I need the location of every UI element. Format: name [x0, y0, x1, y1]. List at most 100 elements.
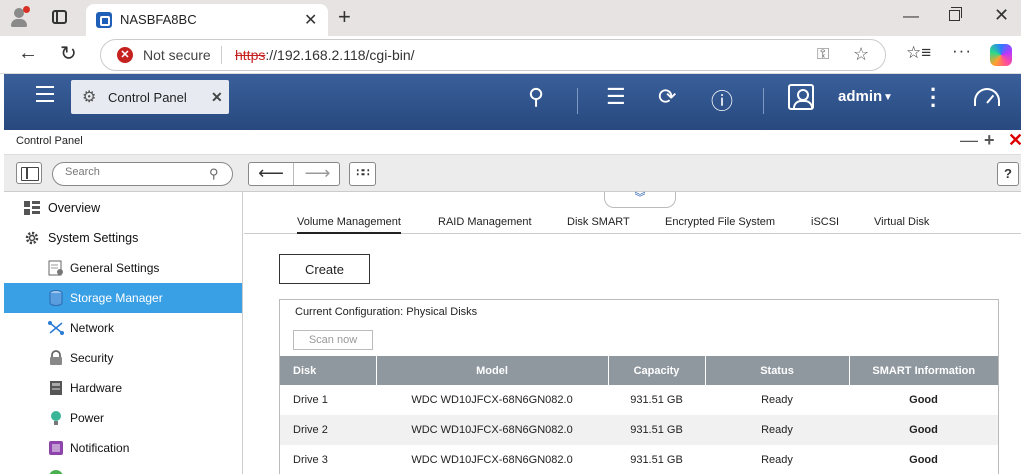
- new-tab-icon[interactable]: +: [338, 4, 351, 30]
- back-arrow-icon[interactable]: ⟵: [249, 163, 294, 185]
- storage-manager-pane: ︾ Volume Management RAID Management Disk…: [244, 192, 1021, 474]
- sidebar-item-label: General Settings: [70, 261, 160, 275]
- url-text[interactable]: https://192.168.2.118/cgi-bin/: [235, 47, 415, 63]
- scan-now-button[interactable]: Scan now: [293, 330, 373, 350]
- favorites-list-icon[interactable]: ☆≡: [906, 43, 931, 63]
- table-row[interactable]: Drive 2 WDC WD10JFCX-68N6GN082.0 931.51 …: [280, 415, 998, 445]
- disk-table: Disk Model Capacity Status SMART Informa…: [280, 356, 998, 474]
- tab-iscsi[interactable]: iSCSI: [811, 216, 839, 228]
- browser-tab-title: NASBFA8BC: [120, 12, 197, 27]
- control-panel-toolbar: ⚲ ⟵ ⟶ ∷∷ ?: [4, 154, 1021, 192]
- maximize-icon[interactable]: +: [984, 130, 995, 151]
- next-item-icon: [49, 470, 63, 474]
- create-button[interactable]: Create: [279, 254, 370, 284]
- user-avatar-icon[interactable]: [788, 84, 814, 110]
- tab-virtual-disk[interactable]: Virtual Disk: [874, 216, 929, 228]
- table-row[interactable]: Drive 1 WDC WD10JFCX-68N6GN082.0 931.51 …: [280, 385, 998, 415]
- sidebar-item-network[interactable]: Network: [4, 313, 242, 343]
- search-icon[interactable]: ⚲: [528, 84, 544, 110]
- external-device-icon[interactable]: ⟳: [658, 84, 676, 110]
- not-secure-label[interactable]: Not secure: [143, 47, 211, 63]
- column-header-model[interactable]: Model: [376, 356, 609, 385]
- close-window-icon[interactable]: ✕: [994, 5, 1009, 26]
- caret-down-icon[interactable]: ▼: [883, 92, 893, 103]
- sidebar-item-storage-manager[interactable]: Storage Manager: [4, 283, 242, 313]
- tab-disk-smart[interactable]: Disk SMART: [567, 216, 630, 228]
- header-divider: [763, 88, 764, 114]
- background-tasks-icon[interactable]: ☰: [606, 84, 626, 110]
- disk-name: Drive 2: [280, 415, 376, 445]
- search-box[interactable]: ⚲: [52, 162, 233, 186]
- sidebar-toggle-icon[interactable]: [16, 162, 42, 184]
- sidebar-item-notification[interactable]: Notification: [4, 433, 242, 463]
- info-icon[interactable]: ⓘ: [711, 84, 733, 116]
- sidebar-item-label: Hardware: [70, 381, 123, 395]
- sidebar-item-hardware[interactable]: Hardware: [4, 373, 242, 403]
- url-scheme: https: [235, 47, 266, 63]
- sidebar-item-label: Power: [70, 411, 105, 425]
- minimize-icon[interactable]: —: [960, 130, 978, 151]
- profile-avatar-icon[interactable]: [8, 6, 34, 30]
- sidebar-item-label: Storage Manager: [70, 291, 163, 305]
- overview-icon: [24, 201, 40, 215]
- close-app-tab-icon[interactable]: ✕: [211, 89, 223, 106]
- more-options-icon[interactable]: ···: [952, 41, 972, 61]
- tab-raid-management[interactable]: RAID Management: [438, 216, 532, 228]
- power-bulb-icon: [51, 411, 61, 425]
- table-row[interactable]: Drive 3 WDC WD10JFCX-68N6GN082.0 931.51 …: [280, 445, 998, 474]
- control-panel-app-tab[interactable]: ⚙ Control Panel ✕: [71, 80, 229, 114]
- user-menu-label[interactable]: admin: [838, 88, 882, 105]
- not-secure-icon[interactable]: ✕: [117, 47, 133, 63]
- main-menu-icon[interactable]: [36, 86, 54, 102]
- column-header-capacity[interactable]: Capacity: [608, 356, 706, 385]
- column-header-smart[interactable]: SMART Information: [849, 356, 998, 385]
- disk-name: Drive 3: [293, 454, 328, 466]
- favorite-star-icon[interactable]: ☆: [853, 44, 869, 65]
- copilot-icon[interactable]: [990, 44, 1012, 66]
- lock-icon: [50, 350, 62, 365]
- tab-actions-icon[interactable]: [52, 10, 67, 24]
- sidebar-item-general-settings[interactable]: General Settings: [4, 253, 242, 283]
- disk-capacity: 931.51 GB: [608, 415, 705, 445]
- app-grid-icon[interactable]: ∷∷: [349, 162, 376, 186]
- tab-encrypted-file-system[interactable]: Encrypted File System: [665, 216, 775, 228]
- help-icon[interactable]: ?: [997, 162, 1019, 186]
- collapse-chevron-icon[interactable]: ︾: [604, 192, 676, 208]
- smart-status[interactable]: Good: [849, 415, 998, 445]
- disk-status: Ready: [761, 454, 793, 466]
- disk-status: Ready: [761, 394, 793, 406]
- forward-arrow-icon[interactable]: ⟶: [295, 163, 340, 185]
- smart-status[interactable]: Good: [849, 385, 998, 415]
- sidebar-item-overview[interactable]: Overview: [4, 193, 242, 223]
- disk-model: WDC WD10JFCX-68N6GN082.0: [411, 394, 573, 406]
- header-divider: [577, 88, 578, 114]
- sidebar-item-system-settings[interactable]: System Settings: [4, 223, 242, 253]
- column-header-status[interactable]: Status: [705, 356, 850, 385]
- close-tab-icon[interactable]: ✕: [304, 10, 317, 30]
- smart-status[interactable]: Good: [849, 445, 998, 474]
- search-input[interactable]: [65, 166, 205, 178]
- window-title: Control Panel: [16, 135, 83, 147]
- sidebar-item-power[interactable]: Power: [4, 403, 242, 433]
- address-bar[interactable]: ✕ Not secure https://192.168.2.118/cgi-b…: [100, 39, 886, 71]
- close-icon[interactable]: ✕: [1008, 130, 1021, 151]
- password-key-icon[interactable]: ⚿: [817, 46, 829, 64]
- restore-window-icon[interactable]: [949, 7, 962, 21]
- network-icon: [48, 321, 64, 335]
- sidebar-item-security[interactable]: Security: [4, 343, 242, 373]
- more-options-icon[interactable]: ···: [930, 79, 937, 117]
- tab-volume-management[interactable]: Volume Management: [297, 216, 401, 234]
- app-tab-label: Control Panel: [108, 90, 187, 105]
- navigation-buttons: ⟵ ⟶: [248, 162, 340, 186]
- reload-icon[interactable]: ↻: [60, 41, 77, 66]
- dashboard-gauge-icon[interactable]: [974, 88, 1000, 106]
- minimize-window-icon[interactable]: —: [903, 8, 919, 26]
- browser-tab[interactable]: NASBFA8BC ✕: [86, 4, 328, 36]
- back-arrow-icon[interactable]: ←: [18, 42, 38, 65]
- browser-toolbar: ← ↻ ✕ Not secure https://192.168.2.118/c…: [0, 36, 1021, 74]
- gear-icon: ⚙: [82, 89, 97, 106]
- search-icon[interactable]: ⚲: [209, 166, 219, 182]
- column-header-disk[interactable]: Disk: [280, 356, 377, 385]
- sidebar-item-label: Overview: [48, 201, 101, 215]
- url-path: ://192.168.2.118/cgi-bin/: [265, 47, 415, 63]
